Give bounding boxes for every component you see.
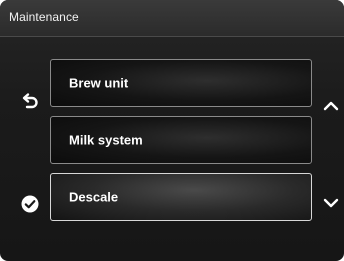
chevron-down-icon[interactable] <box>321 193 341 213</box>
menu-item-descale[interactable]: Descale <box>50 173 312 221</box>
checkmark-circle-icon[interactable] <box>20 194 40 214</box>
back-arrow-icon[interactable] <box>20 92 40 112</box>
chevron-up-icon[interactable] <box>321 96 341 116</box>
menu-item-label: Brew unit <box>69 75 129 91</box>
menu-item-label: Milk system <box>69 132 143 148</box>
menu-item-label: Descale <box>69 189 119 205</box>
maintenance-screen: Maintenance Brew unit Milk system Descal… <box>0 0 344 261</box>
menu-item-milk-system[interactable]: Milk system <box>50 116 312 164</box>
header-bar: Maintenance <box>0 0 344 37</box>
page-title: Maintenance <box>9 10 79 24</box>
menu-item-brew-unit[interactable]: Brew unit <box>50 59 312 107</box>
